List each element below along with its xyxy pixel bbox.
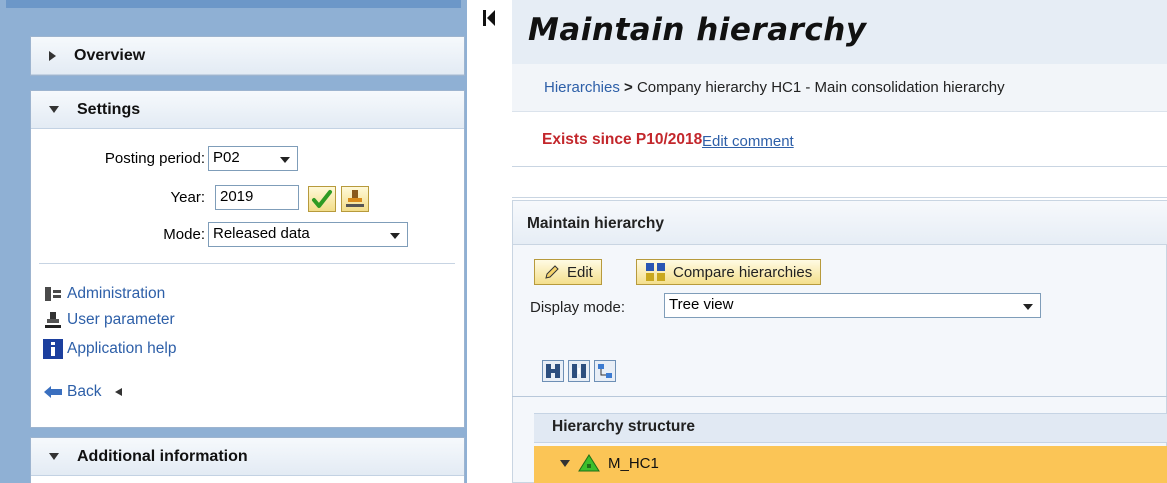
- posting-period-label: Posting period:: [104, 150, 205, 167]
- edit-label: Edit: [567, 263, 593, 281]
- overview-header[interactable]: Overview: [31, 37, 464, 75]
- status-text: Exists since P10/2018: [542, 131, 703, 148]
- breadcrumb-separator: >: [624, 79, 633, 96]
- mode-value: Released data: [213, 225, 310, 242]
- back-label: Back: [67, 383, 102, 400]
- dropdown-arrow-icon: [1023, 304, 1033, 310]
- year-value: 2019: [220, 188, 254, 205]
- administration-link[interactable]: Administration: [43, 284, 165, 304]
- overview-label: Overview: [74, 46, 146, 64]
- breadcrumb: Hierarchies > Company hierarchy HC1 - Ma…: [544, 79, 1005, 96]
- collapse-icon: [49, 453, 59, 460]
- settings-parameter-button[interactable]: [341, 186, 369, 212]
- posting-period-value: P02: [213, 149, 240, 166]
- year-label: Year:: [170, 189, 205, 206]
- stamp-icon: [346, 190, 364, 207]
- user-parameter-link[interactable]: User parameter: [43, 310, 175, 330]
- tree-layout-icon[interactable]: [594, 360, 616, 382]
- administration-icon: [43, 284, 63, 304]
- panel-title: Maintain hierarchy: [527, 215, 664, 232]
- application-help-label: Application help: [67, 340, 177, 357]
- collapse-icon: [49, 106, 59, 113]
- overview-section: Overview: [30, 36, 465, 76]
- page-title: Maintain hierarchy: [528, 12, 867, 48]
- collapse-all-icon[interactable]: [568, 360, 590, 382]
- expand-all-icon[interactable]: [542, 360, 564, 382]
- edit-comment-link[interactable]: Edit comment: [702, 133, 794, 150]
- top-strip: [6, 0, 461, 8]
- dropdown-arrow-icon: [390, 233, 400, 239]
- back-link[interactable]: Back: [43, 382, 123, 402]
- collapse-navigation-button[interactable]: [482, 8, 496, 28]
- settings-divider: [39, 263, 455, 264]
- navigation-panel: Overview Settings Posting period: P02 Ye…: [0, 0, 467, 483]
- confirm-button[interactable]: [308, 186, 336, 212]
- compare-hierarchies-icon: [646, 263, 665, 281]
- compare-label: Compare hierarchies: [673, 263, 813, 281]
- back-arrow-icon: [43, 382, 63, 402]
- application-help-link[interactable]: Application help: [43, 339, 176, 359]
- stamp-icon: [43, 310, 63, 330]
- mode-select[interactable]: Released data: [208, 222, 408, 247]
- edit-button[interactable]: Edit: [534, 259, 602, 285]
- display-mode-label: Display mode:: [530, 299, 626, 316]
- display-mode-select[interactable]: Tree view: [664, 293, 1041, 318]
- tree-header-label: Hierarchy structure: [552, 418, 696, 435]
- settings-header[interactable]: Settings: [31, 91, 464, 129]
- node-expand-icon[interactable]: [560, 459, 570, 467]
- mode-label: Mode:: [163, 226, 205, 243]
- compare-hierarchies-button[interactable]: Compare hierarchies: [636, 259, 822, 285]
- tree-node-label: M_HC1: [608, 454, 659, 472]
- breadcrumb-hierarchies-link[interactable]: Hierarchies: [544, 79, 620, 96]
- settings-label: Settings: [77, 100, 141, 118]
- tree-node-m-hc1[interactable]: M_HC1: [560, 454, 659, 472]
- user-parameter-label: User parameter: [67, 311, 175, 328]
- breadcrumb-current: Company hierarchy HC1 - Main consolidati…: [636, 79, 1005, 96]
- additional-information-header[interactable]: Additional information: [31, 438, 464, 476]
- hierarchy-node-icon: [578, 454, 600, 472]
- spacer: [512, 168, 1167, 198]
- checkmark-icon: [312, 190, 332, 208]
- additional-information-section: Additional information: [30, 437, 465, 483]
- menu-triangle-icon[interactable]: [115, 388, 123, 396]
- posting-period-select[interactable]: P02: [208, 146, 298, 171]
- administration-label: Administration: [67, 285, 166, 302]
- content-area: Maintain hierarchy Hierarchies > Company…: [512, 0, 1167, 483]
- pencil-icon: [545, 265, 559, 279]
- year-input[interactable]: 2019: [215, 185, 299, 210]
- dropdown-arrow-icon: [280, 157, 290, 163]
- display-mode-value: Tree view: [669, 296, 734, 313]
- collapse-left-icon: [483, 10, 495, 26]
- expand-icon: [49, 50, 56, 61]
- tree-toolbar: [542, 360, 616, 382]
- settings-section: Settings Posting period: P02 Year: 2019 …: [30, 90, 465, 428]
- info-icon: [43, 339, 63, 359]
- additional-information-label: Additional information: [77, 447, 248, 465]
- toolbar-separator: [512, 396, 1167, 397]
